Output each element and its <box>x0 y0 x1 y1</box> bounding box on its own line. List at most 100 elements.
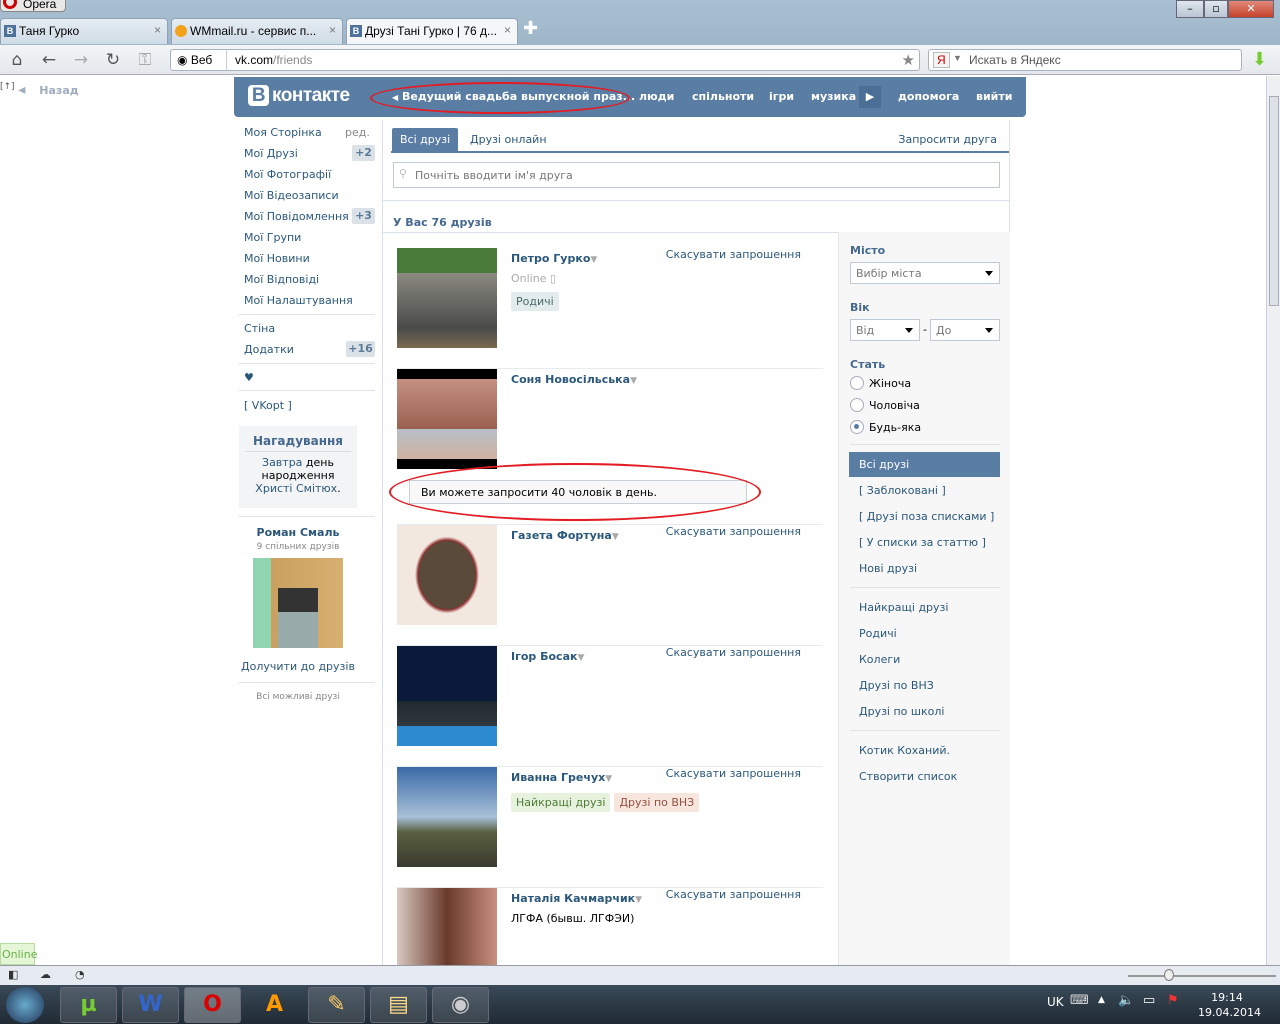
friends-badge[interactable]: +2 <box>352 145 375 161</box>
paint-taskbar-icon[interactable]: ✎ <box>308 987 365 1023</box>
action-center-icon[interactable]: ⚑ <box>1167 993 1179 1008</box>
zoom-slider-thumb[interactable] <box>1164 969 1174 981</box>
tab-all-friends[interactable]: Всі друзі <box>392 128 459 152</box>
edit-link[interactable]: ред. <box>345 126 370 139</box>
yandex-search-input[interactable]: Я ▼ Искать в Яндекс <box>928 49 1242 71</box>
list-university[interactable]: Друзі по ВНЗ <box>859 679 934 692</box>
scrollbar-thumb[interactable] <box>1269 96 1279 306</box>
friend-tag[interactable]: Друзі по ВНЗ <box>614 793 700 812</box>
friend-photo[interactable] <box>397 525 497 625</box>
tab-3-active[interactable]: В Друзі Тані Гурко | 76 д... × <box>346 18 518 44</box>
list-relatives[interactable]: Родичі <box>859 627 897 640</box>
start-button[interactable] <box>6 987 44 1023</box>
menu-vkopt[interactable]: [ VKopt ] <box>244 399 292 412</box>
cancel-invite-link[interactable]: Скасувати запрошення <box>666 767 801 780</box>
cancel-invite-link[interactable]: Скасувати запрошення <box>666 525 801 538</box>
nav-music[interactable]: музика <box>811 90 856 103</box>
opera-menu-button[interactable]: Opera <box>0 0 66 12</box>
nav-games[interactable]: ігри <box>769 90 794 103</box>
friend-photo[interactable] <box>397 888 497 965</box>
tab-1[interactable]: В Таня Гурко × <box>0 18 168 44</box>
list-custom[interactable]: Котик Коханий. <box>859 744 950 757</box>
explorer-taskbar-icon[interactable]: ▤ <box>370 987 427 1023</box>
download-arrow-icon[interactable]: ⬇ <box>1252 49 1267 70</box>
friend-name[interactable]: Наталія Качмарчик▼ <box>511 892 642 905</box>
radio-female[interactable]: Жіноча <box>850 376 911 390</box>
menu-groups[interactable]: Мої Групи <box>244 231 301 244</box>
aimp-taskbar-icon[interactable]: A <box>246 987 303 1023</box>
list-blocked[interactable]: [ Заблоковані ] <box>859 484 946 497</box>
all-suggestions-link[interactable]: Всі можливі друзі <box>239 692 357 702</box>
friend-photo[interactable] <box>397 767 497 867</box>
radio-male[interactable]: Чоловіча <box>850 398 920 412</box>
url-field[interactable]: ◉ Веб vk.com/friends ★ <box>170 49 920 71</box>
key-icon[interactable]: ⚿ <box>134 50 156 70</box>
friend-tag[interactable]: Найкращі друзі <box>511 793 611 812</box>
cancel-invite-link[interactable]: Скасувати запрошення <box>666 248 801 261</box>
invite-friend-link[interactable]: Запросити друга <box>890 128 1005 152</box>
new-tab-icon[interactable]: ✚ <box>523 18 538 39</box>
menu-settings[interactable]: Мої Налаштування <box>244 294 353 307</box>
close-tab-icon[interactable]: × <box>329 23 336 37</box>
nav-people[interactable]: люди <box>639 90 674 103</box>
turbo-icon[interactable]: ◔ <box>75 968 85 981</box>
keyboard-icon[interactable]: ⌨ <box>1070 993 1089 1008</box>
bookmark-star-icon[interactable]: ★ <box>902 51 915 69</box>
menu-friends[interactable]: Мої Друзі <box>244 147 298 160</box>
suggested-name[interactable]: Роман Смаль <box>239 526 357 539</box>
word-taskbar-icon[interactable]: W <box>122 987 179 1023</box>
nav-logout[interactable]: вийти <box>976 90 1012 103</box>
suggested-photo[interactable] <box>253 558 343 648</box>
more-arrow-icon[interactable]: ▶ <box>859 86 881 108</box>
close-tab-icon[interactable]: × <box>504 23 511 37</box>
back-arrow-icon[interactable]: ← <box>38 50 60 70</box>
dropdown-icon[interactable]: ▼ <box>630 376 637 386</box>
dropdown-icon[interactable]: ▼ <box>577 653 584 663</box>
maximize-button[interactable]: ▫ <box>1204 0 1228 18</box>
menu-apps[interactable]: Додатки <box>244 343 294 356</box>
cancel-invite-link[interactable]: Скасувати запрошення <box>666 888 801 901</box>
create-list-link[interactable]: Створити список <box>859 770 957 783</box>
panel-toggle-icon[interactable]: ◧ <box>8 968 18 981</box>
zoom-slider[interactable] <box>1128 975 1276 977</box>
friend-search-input[interactable]: ⚲ Почніть вводити ім'я друга <box>393 162 1000 188</box>
opera-taskbar-icon[interactable]: O <box>184 987 241 1023</box>
friend-name[interactable]: Соня Новосільська▼ <box>511 373 637 386</box>
utorrent-taskbar-icon[interactable]: µ <box>60 987 117 1023</box>
nav-help[interactable]: допомога <box>898 90 959 103</box>
friend-name[interactable]: Петро Гурко▼ <box>511 252 597 265</box>
tomorrow-link[interactable]: Завтра <box>262 456 302 469</box>
menu-videos[interactable]: Мої Відеозаписи <box>244 189 339 202</box>
back-link[interactable]: [↑] ◂ Назад <box>0 82 79 98</box>
menu-wall[interactable]: Стіна <box>244 322 275 335</box>
add-friend-link[interactable]: Долучити до друзів <box>239 660 357 673</box>
list-best[interactable]: Найкращі друзі <box>859 601 948 614</box>
forward-arrow-icon[interactable]: → <box>70 50 92 70</box>
reload-icon[interactable]: ↻ <box>102 50 124 70</box>
friend-name[interactable]: Ігор Босак▼ <box>511 650 584 663</box>
close-window-button[interactable]: ✕ <box>1228 0 1274 18</box>
status-text[interactable]: ◀ Ведущий свадьба выпускной праз... <box>392 90 635 103</box>
vertical-scrollbar[interactable] <box>1266 76 1280 965</box>
online-indicator[interactable]: Online <box>0 943 37 965</box>
menu-answers[interactable]: Мої Відповіді <box>244 273 319 286</box>
list-school[interactable]: Друзі по школі <box>859 705 944 718</box>
cloud-icon[interactable]: ☁ <box>40 968 51 981</box>
menu-photos[interactable]: Мої Фотографії <box>244 168 331 181</box>
friend-photo[interactable] <box>397 369 497 469</box>
network-icon[interactable]: ▭ <box>1143 993 1155 1008</box>
birthday-person-link[interactable]: Христі Смітюх <box>255 482 337 495</box>
web-badge[interactable]: ◉ Веб <box>171 50 227 70</box>
friend-name[interactable]: Иванна Гречух▼ <box>511 771 612 784</box>
language-indicator[interactable]: UK <box>1047 995 1064 1009</box>
tab-2[interactable]: WMmail.ru - сервис п... × <box>171 18 343 44</box>
list-new-friends[interactable]: Нові друзі <box>859 562 917 575</box>
list-all-friends[interactable]: Всі друзі <box>849 452 1000 477</box>
minimize-button[interactable]: – <box>1176 0 1204 18</box>
friend-name[interactable]: Газета Фортуна▼ <box>511 529 619 542</box>
age-to-select[interactable]: До <box>930 319 1000 341</box>
city-select[interactable]: Вибір міста <box>850 262 1000 284</box>
friend-tag[interactable]: Родичі <box>511 292 559 311</box>
menu-news[interactable]: Мої Новини <box>244 252 310 265</box>
dropdown-icon[interactable]: ▼ <box>635 895 642 905</box>
